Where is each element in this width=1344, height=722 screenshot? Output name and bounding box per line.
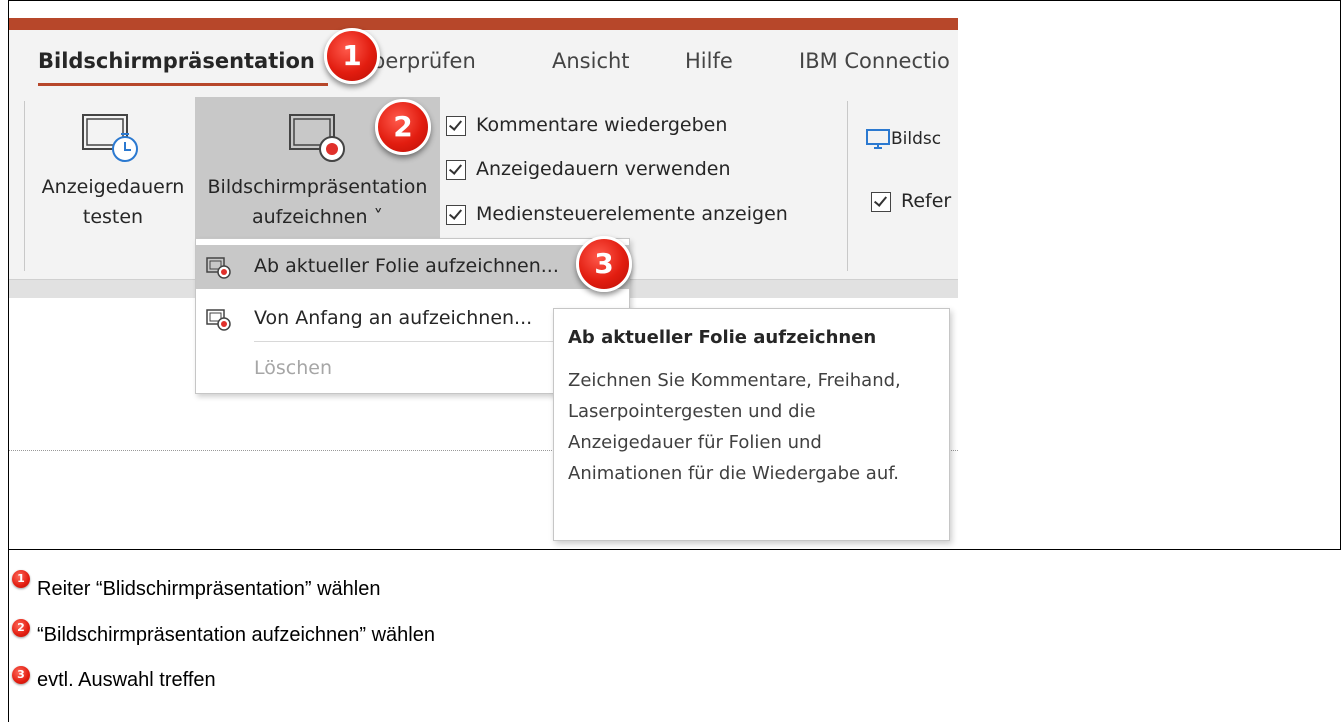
- checkbox-play-narrations[interactable]: Kommentare wiedergeben: [446, 114, 727, 136]
- monitor-selector[interactable]: Bildsc: [865, 128, 941, 150]
- rehearse-timings-label-line1: Anzeigedauern: [41, 176, 185, 198]
- callout-badge-1: 1: [324, 28, 380, 84]
- menu-item-record-from-beginning-label: Von Anfang an aufzeichnen...: [254, 307, 533, 329]
- tooltip: Ab aktueller Folie aufzeichnen Zeichnen …: [553, 308, 950, 541]
- tooltip-body: Zeichnen Sie Kommentare, Freihand, Laser…: [568, 370, 901, 484]
- record-slide-show-label-line2: aufzeichnen ˅: [251, 206, 384, 228]
- checkbox-play-narrations-label: Kommentare wiedergeben: [476, 114, 728, 136]
- monitor-icon: [866, 129, 890, 149]
- rehearse-timings-label-line2: testen: [82, 206, 144, 228]
- active-tab-indicator: [38, 83, 328, 86]
- monitor-label: Bildsc: [891, 129, 942, 149]
- ribbon-group-divider: [24, 101, 25, 271]
- step-badge-3: 3: [12, 666, 30, 684]
- checkbox-show-media-controls-label: Mediensteuerelemente anzeigen: [476, 203, 788, 225]
- callout-badge-3: 3: [576, 236, 632, 292]
- frame-row-divider: [8, 549, 1341, 550]
- checkbox-use-timings-box[interactable]: [446, 159, 466, 180]
- callout-badge-2: 2: [375, 99, 431, 155]
- powerpoint-screenshot: Bildschirmpräsentation berprüfen Ansicht…: [9, 1, 958, 549]
- step-badge-2: 2: [12, 619, 30, 637]
- record-from-beginning-icon: [206, 309, 231, 331]
- menu-item-record-from-current[interactable]: Ab aktueller Folie aufzeichnen...: [196, 245, 629, 289]
- rehearse-timings-icon: [82, 114, 138, 162]
- checkbox-presenter-view-box[interactable]: [871, 191, 891, 212]
- menu-item-record-from-current-label: Ab aktueller Folie aufzeichnen...: [254, 255, 559, 277]
- checkbox-use-timings[interactable]: Anzeigedauern verwenden: [446, 158, 731, 180]
- step-text-2: “Bildschirmpräsentation aufzeichnen” wäh…: [37, 624, 435, 646]
- checkbox-presenter-view[interactable]: Refer: [871, 190, 951, 212]
- checkbox-presenter-view-label: Refer: [901, 190, 952, 212]
- record-slide-show-icon: [289, 114, 345, 162]
- ribbon-group-divider: [847, 101, 848, 271]
- checkbox-show-media-controls[interactable]: Mediensteuerelemente anzeigen: [446, 203, 788, 225]
- title-bar: [9, 18, 958, 30]
- tooltip-title: Ab aktueller Folie aufzeichnen: [568, 327, 877, 348]
- frame-right-border: [1340, 0, 1341, 550]
- tab-slide-show[interactable]: Bildschirmpräsentation: [38, 49, 315, 73]
- menu-item-clear-label: Löschen: [254, 357, 332, 379]
- left-tick: [8, 558, 9, 568]
- record-from-current-icon: [206, 257, 231, 279]
- checkbox-show-media-controls-box[interactable]: [446, 204, 466, 225]
- tab-view[interactable]: Ansicht: [552, 49, 630, 73]
- step-text-3: evtl. Auswahl treffen: [37, 669, 216, 691]
- record-slide-show-label-line1: Bildschirmpräsentation: [207, 176, 428, 198]
- tab-help[interactable]: Hilfe: [685, 49, 733, 73]
- rehearse-timings-button[interactable]: Anzeigedauern testen: [29, 97, 197, 240]
- menu-separator: [254, 341, 554, 342]
- tab-ibm-connections[interactable]: IBM Connectio: [799, 49, 950, 73]
- tab-review[interactable]: berprüfen: [372, 49, 476, 73]
- step-text-1: Reiter “Blidschirmpräsentation” wählen: [37, 578, 381, 600]
- step-badge-1: 1: [12, 570, 30, 588]
- checkbox-use-timings-label: Anzeigedauern verwenden: [476, 158, 731, 180]
- checkbox-play-narrations-box[interactable]: [446, 115, 466, 136]
